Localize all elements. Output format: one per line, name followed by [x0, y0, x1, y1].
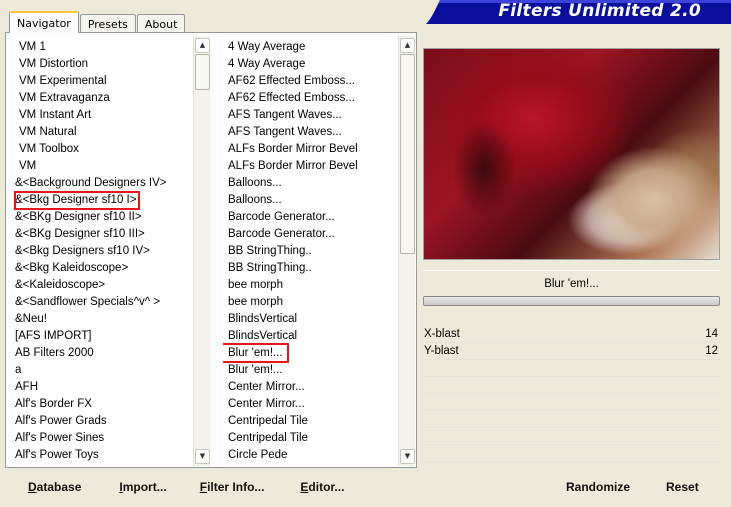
list-item[interactable]: &<Kaleidoscope>	[14, 277, 193, 294]
scroll-up-icon[interactable]: ▲	[195, 38, 210, 53]
tab-presets[interactable]: Presets	[79, 14, 136, 33]
list-item[interactable]: Alf's Border FX	[14, 396, 193, 413]
database-mnemonic: D	[28, 480, 37, 494]
list-item-selected[interactable]: &<Bkg Designer sf10 I>	[14, 192, 193, 209]
reset-button[interactable]: Reset	[666, 480, 699, 494]
list-item[interactable]: a	[14, 362, 193, 379]
param-row-y-blast[interactable]: Y-blast 12	[423, 343, 720, 360]
bottom-toolbar-right: Randomize Reset	[423, 476, 720, 498]
list-item[interactable]: Alf's Power Sines	[14, 430, 193, 447]
list-item[interactable]: 4 Way Average	[223, 56, 398, 73]
database-label: atabase	[36, 480, 82, 494]
list-item[interactable]: Center Mirror...	[223, 379, 398, 396]
list-item[interactable]: [AFS IMPORT]	[14, 328, 193, 345]
list-item[interactable]: VM Natural	[14, 124, 193, 141]
title-banner: Filters Unlimited 2.0	[426, 0, 731, 24]
list-item[interactable]: BB StringThing..	[223, 243, 398, 260]
list-item[interactable]: &<Sandflower Specials^v^ >	[14, 294, 193, 311]
list-item[interactable]: Circle Pede	[223, 447, 398, 464]
scroll-down-icon[interactable]: ▼	[400, 449, 415, 464]
list-item[interactable]: bee morph	[223, 294, 398, 311]
category-items: VM 1 VM Distortion VM Experimental VM Ex…	[14, 39, 193, 464]
param-row-empty	[423, 377, 720, 394]
param-value: 14	[705, 328, 718, 340]
scroll-up-icon[interactable]: ▲	[400, 38, 415, 53]
scroll-down-icon[interactable]: ▼	[195, 449, 210, 464]
param-list: X-blast 14 Y-blast 12	[423, 326, 720, 462]
param-row-empty	[423, 428, 720, 445]
list-item[interactable]: VM Instant Art	[14, 107, 193, 124]
list-item[interactable]: VM	[14, 158, 193, 175]
list-item[interactable]: VM Toolbox	[14, 141, 193, 158]
list-item[interactable]: AFH	[14, 379, 193, 396]
list-item[interactable]: BlindsVertical	[223, 328, 398, 345]
param-row-empty	[423, 445, 720, 462]
filter-items: 4 Way Average 4 Way Average AF62 Effecte…	[223, 39, 398, 464]
editor-label: ditor...	[308, 480, 345, 494]
progress-track	[423, 296, 720, 306]
list-item[interactable]: &Neu!	[14, 311, 193, 328]
param-name: Y-blast	[424, 345, 459, 357]
category-scrollbar[interactable]: ▲ ▼	[193, 36, 210, 466]
filter-info-label: ilter Info...	[207, 480, 265, 494]
list-item-selected[interactable]: Blur 'em!...	[223, 345, 398, 362]
list-item[interactable]: Centripedal Tile	[223, 430, 398, 447]
param-name: X-blast	[424, 328, 460, 340]
list-item[interactable]: AF62 Effected Emboss...	[223, 73, 398, 90]
list-item[interactable]: Barcode Generator...	[223, 226, 398, 243]
list-item[interactable]: AF62 Effected Emboss...	[223, 90, 398, 107]
list-item[interactable]: &<Bkg Designers sf10 IV>	[14, 243, 193, 260]
tab-strip: Navigator Presets About	[9, 11, 186, 33]
list-item[interactable]: VM Distortion	[14, 56, 193, 73]
list-item[interactable]: bee morph	[223, 277, 398, 294]
list-item[interactable]: BlindsVertical	[223, 311, 398, 328]
list-item[interactable]: AB Filters 2000	[14, 345, 193, 362]
param-row-x-blast[interactable]: X-blast 14	[423, 326, 720, 343]
list-item[interactable]: Center Mirror...	[223, 396, 398, 413]
filter-info-mnemonic: F	[199, 480, 208, 494]
list-item[interactable]: &<BKg Designer sf10 II>	[14, 209, 193, 226]
list-item[interactable]: Balloons...	[223, 175, 398, 192]
category-list[interactable]: VM 1 VM Distortion VM Experimental VM Ex…	[14, 36, 210, 466]
list-item[interactable]: ALFs Border Mirror Bevel	[223, 141, 398, 158]
list-item[interactable]: VM Experimental	[14, 73, 193, 90]
filter-name-bar: Blur 'em!...	[423, 270, 720, 310]
list-item[interactable]: Barcode Generator...	[223, 209, 398, 226]
app-title: Filters Unlimited 2.0	[498, 1, 701, 21]
list-item[interactable]: &<Bkg Kaleidoscope>	[14, 260, 193, 277]
list-item[interactable]: Balloons...	[223, 192, 398, 209]
param-row-empty	[423, 360, 720, 377]
list-item[interactable]: Alf's Power Grads	[14, 413, 193, 430]
preview-filter-name: Blur 'em!...	[544, 278, 599, 290]
bottom-toolbar-left: Database Import... Filter Info... Editor…	[12, 476, 413, 498]
import-button[interactable]: Import...	[119, 480, 166, 494]
import-label: mport...	[122, 480, 167, 494]
category-scroll-thumb[interactable]	[195, 54, 210, 90]
list-item[interactable]: AFS Tangent Waves...	[223, 124, 398, 141]
database-button[interactable]: Database	[28, 480, 81, 494]
list-item[interactable]: VM Extravaganza	[14, 90, 193, 107]
tab-about[interactable]: About	[136, 14, 186, 33]
list-item[interactable]: 4 Way Average	[223, 39, 398, 56]
filter-scroll-thumb[interactable]	[400, 54, 415, 254]
list-item[interactable]: &<BKg Designer sf10 III>	[14, 226, 193, 243]
preview-image	[423, 48, 720, 260]
randomize-button[interactable]: Randomize	[566, 480, 630, 494]
list-item[interactable]: BB StringThing..	[223, 260, 398, 277]
param-row-empty	[423, 411, 720, 428]
list-item[interactable]: ALFs Border Mirror Bevel	[223, 158, 398, 175]
filter-list[interactable]: 4 Way Average 4 Way Average AF62 Effecte…	[223, 36, 415, 466]
param-value: 12	[705, 345, 718, 357]
list-item[interactable]: AFS Tangent Waves...	[223, 107, 398, 124]
param-row-empty	[423, 394, 720, 411]
list-item[interactable]: VM 1	[14, 39, 193, 56]
filter-info-button[interactable]: Filter Info...	[200, 480, 265, 494]
filter-scrollbar[interactable]: ▲ ▼	[398, 36, 415, 466]
list-item[interactable]: Alf's Power Toys	[14, 447, 193, 464]
list-item[interactable]: Centripedal Tile	[223, 413, 398, 430]
editor-button[interactable]: Editor...	[300, 480, 344, 494]
tab-navigator[interactable]: Navigator	[9, 11, 79, 33]
list-item[interactable]: Blur 'em!...	[223, 362, 398, 379]
list-item[interactable]: &<Background Designers IV>	[14, 175, 193, 192]
